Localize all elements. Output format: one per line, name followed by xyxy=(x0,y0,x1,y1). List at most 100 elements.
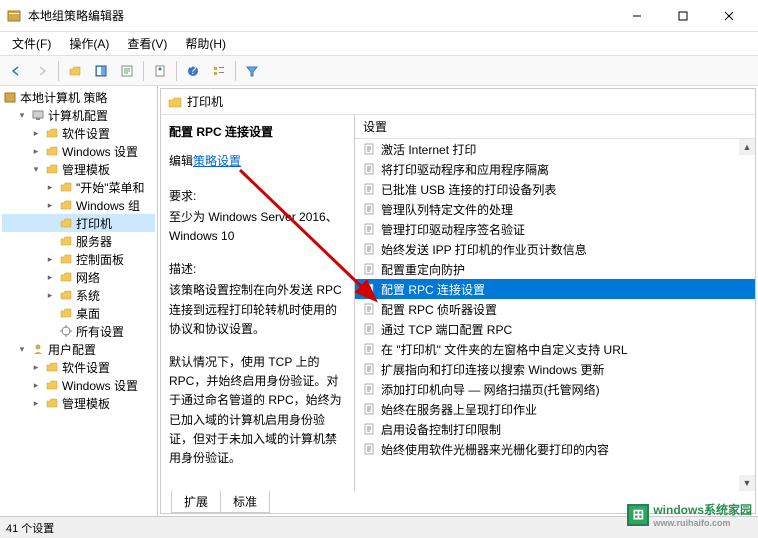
policy-icon xyxy=(361,321,377,337)
folder-icon xyxy=(58,251,74,267)
menu-action[interactable]: 操作(A) xyxy=(61,33,117,54)
description-panel: 配置 RPC 连接设置 编辑策略设置 要求: 至少为 Windows Serve… xyxy=(161,115,355,491)
tree-servers[interactable]: 服务器 xyxy=(2,232,155,250)
properties-button[interactable] xyxy=(148,59,172,83)
tree-desktop[interactable]: 桌面 xyxy=(2,304,155,322)
policy-list[interactable]: ▲ ▼ 激活 Internet 打印将打印驱动程序和应用程序隔离已批准 USB … xyxy=(355,139,755,491)
policy-icon xyxy=(361,301,377,317)
folder-icon xyxy=(44,125,60,141)
list-item[interactable]: 扩展指向和打印连接以搜索 Windows 更新 xyxy=(355,359,755,379)
scroll-up-button[interactable]: ▲ xyxy=(739,139,755,155)
policy-icon xyxy=(361,441,377,457)
tab-standard[interactable]: 标准 xyxy=(220,491,270,513)
scroll-down-button[interactable]: ▼ xyxy=(739,475,755,491)
item-name: 配置 RPC 连接设置 xyxy=(169,123,346,140)
tree-all-settings[interactable]: 所有设置 xyxy=(2,322,155,340)
tree-windows-settings[interactable]: ▸ Windows 设置 xyxy=(2,142,155,160)
policy-icon xyxy=(361,401,377,417)
folder-icon xyxy=(44,161,60,177)
scrollbar[interactable]: ▲ ▼ xyxy=(739,139,755,491)
folder-icon xyxy=(58,179,74,195)
list-item[interactable]: 配置 RPC 侦听器设置 xyxy=(355,299,755,319)
tree-network[interactable]: ▸网络 xyxy=(2,268,155,286)
statusbar: 41 个设置 xyxy=(0,516,758,538)
help-button[interactable]: ? xyxy=(181,59,205,83)
policy-icon xyxy=(361,261,377,277)
user-icon xyxy=(30,341,46,357)
tree-user-windows[interactable]: ▸Windows 设置 xyxy=(2,376,155,394)
policy-icon xyxy=(361,281,377,297)
folder-icon xyxy=(58,233,74,249)
menu-view[interactable]: 查看(V) xyxy=(119,33,175,54)
folder-icon xyxy=(58,287,74,303)
list-item[interactable]: 添加打印机向导 — 网络扫描页(托管网络) xyxy=(355,379,755,399)
policy-icon xyxy=(361,221,377,237)
tree-panel[interactable]: 本地计算机 策略 ▾ 计算机配置 ▸ 软件设置 ▸ Windows 设置 ▾ 管… xyxy=(0,86,158,516)
policy-icon xyxy=(361,181,377,197)
tree-printers[interactable]: 打印机 xyxy=(2,214,155,232)
menu-file[interactable]: 文件(F) xyxy=(4,33,59,54)
export-button[interactable] xyxy=(115,59,139,83)
show-hide-button[interactable] xyxy=(89,59,113,83)
edit-policy-link[interactable]: 策略设置 xyxy=(193,154,241,168)
filter-button[interactable] xyxy=(240,59,264,83)
policy-icon xyxy=(361,381,377,397)
tree-system[interactable]: ▸系统 xyxy=(2,286,155,304)
app-icon xyxy=(6,8,22,24)
tree-software[interactable]: ▸ 软件设置 xyxy=(2,124,155,142)
folder-icon xyxy=(44,143,60,159)
list-button[interactable] xyxy=(207,59,231,83)
policy-icon xyxy=(361,161,377,177)
tree-computer-config[interactable]: ▾ 计算机配置 xyxy=(2,106,155,124)
folder-icon xyxy=(58,305,74,321)
policy-icon xyxy=(361,141,377,157)
list-item[interactable]: 始终使用软件光栅器来光栅化要打印的内容 xyxy=(355,439,755,459)
list-item[interactable]: 激活 Internet 打印 xyxy=(355,139,755,159)
list-item[interactable]: 管理队列特定文件的处理 xyxy=(355,199,755,219)
tree-user-config[interactable]: ▾ 用户配置 xyxy=(2,340,155,358)
tree-windows-group[interactable]: ▸Windows 组 xyxy=(2,196,155,214)
tree-user-admin[interactable]: ▸管理模板 xyxy=(2,394,155,412)
folder-icon xyxy=(44,359,60,375)
up-button[interactable] xyxy=(63,59,87,83)
tab-extended[interactable]: 扩展 xyxy=(171,491,221,513)
list-item[interactable]: 在 "打印机" 文件夹的左窗格中自定义支持 URL xyxy=(355,339,755,359)
list-item[interactable]: 管理打印驱动程序签名验证 xyxy=(355,219,755,239)
settings-icon xyxy=(58,323,74,339)
folder-icon xyxy=(44,377,60,393)
folder-icon xyxy=(44,395,60,411)
policy-icon xyxy=(361,341,377,357)
panel-title: 打印机 xyxy=(187,93,223,110)
maximize-button[interactable] xyxy=(660,1,706,31)
list-item[interactable]: 已批准 USB 连接的打印设备列表 xyxy=(355,179,755,199)
minimize-button[interactable] xyxy=(614,1,660,31)
forward-button[interactable] xyxy=(30,59,54,83)
list-header-settings[interactable]: 设置 xyxy=(363,118,387,135)
folder-icon xyxy=(58,215,74,231)
close-button[interactable] xyxy=(706,1,752,31)
tree-admin-templates[interactable]: ▾ 管理模板 xyxy=(2,160,155,178)
policy-icon xyxy=(361,361,377,377)
list-item[interactable]: 始终发送 IPP 打印机的作业页计数信息 xyxy=(355,239,755,259)
folder-icon xyxy=(58,269,74,285)
window-title: 本地组策略编辑器 xyxy=(28,7,614,24)
tree-user-software[interactable]: ▸软件设置 xyxy=(2,358,155,376)
folder-icon xyxy=(167,94,183,110)
list-item[interactable]: 启用设备控制打印限制 xyxy=(355,419,755,439)
policy-icon xyxy=(361,241,377,257)
list-item[interactable]: 配置 RPC 连接设置 xyxy=(355,279,755,299)
policy-icon xyxy=(361,201,377,217)
svg-text:?: ? xyxy=(190,64,197,77)
list-item[interactable]: 通过 TCP 端口配置 RPC xyxy=(355,319,755,339)
menu-help[interactable]: 帮助(H) xyxy=(177,33,234,54)
tree-root[interactable]: 本地计算机 策略 xyxy=(2,88,155,106)
back-button[interactable] xyxy=(4,59,28,83)
computer-icon xyxy=(30,107,46,123)
folder-icon xyxy=(58,197,74,213)
list-item[interactable]: 将打印驱动程序和应用程序隔离 xyxy=(355,159,755,179)
tree-control-panel[interactable]: ▸控制面板 xyxy=(2,250,155,268)
policy-icon xyxy=(361,421,377,437)
list-item[interactable]: 配置重定向防护 xyxy=(355,259,755,279)
tree-start-menu[interactable]: ▸"开始"菜单和 xyxy=(2,178,155,196)
list-item[interactable]: 始终在服务器上呈现打印作业 xyxy=(355,399,755,419)
